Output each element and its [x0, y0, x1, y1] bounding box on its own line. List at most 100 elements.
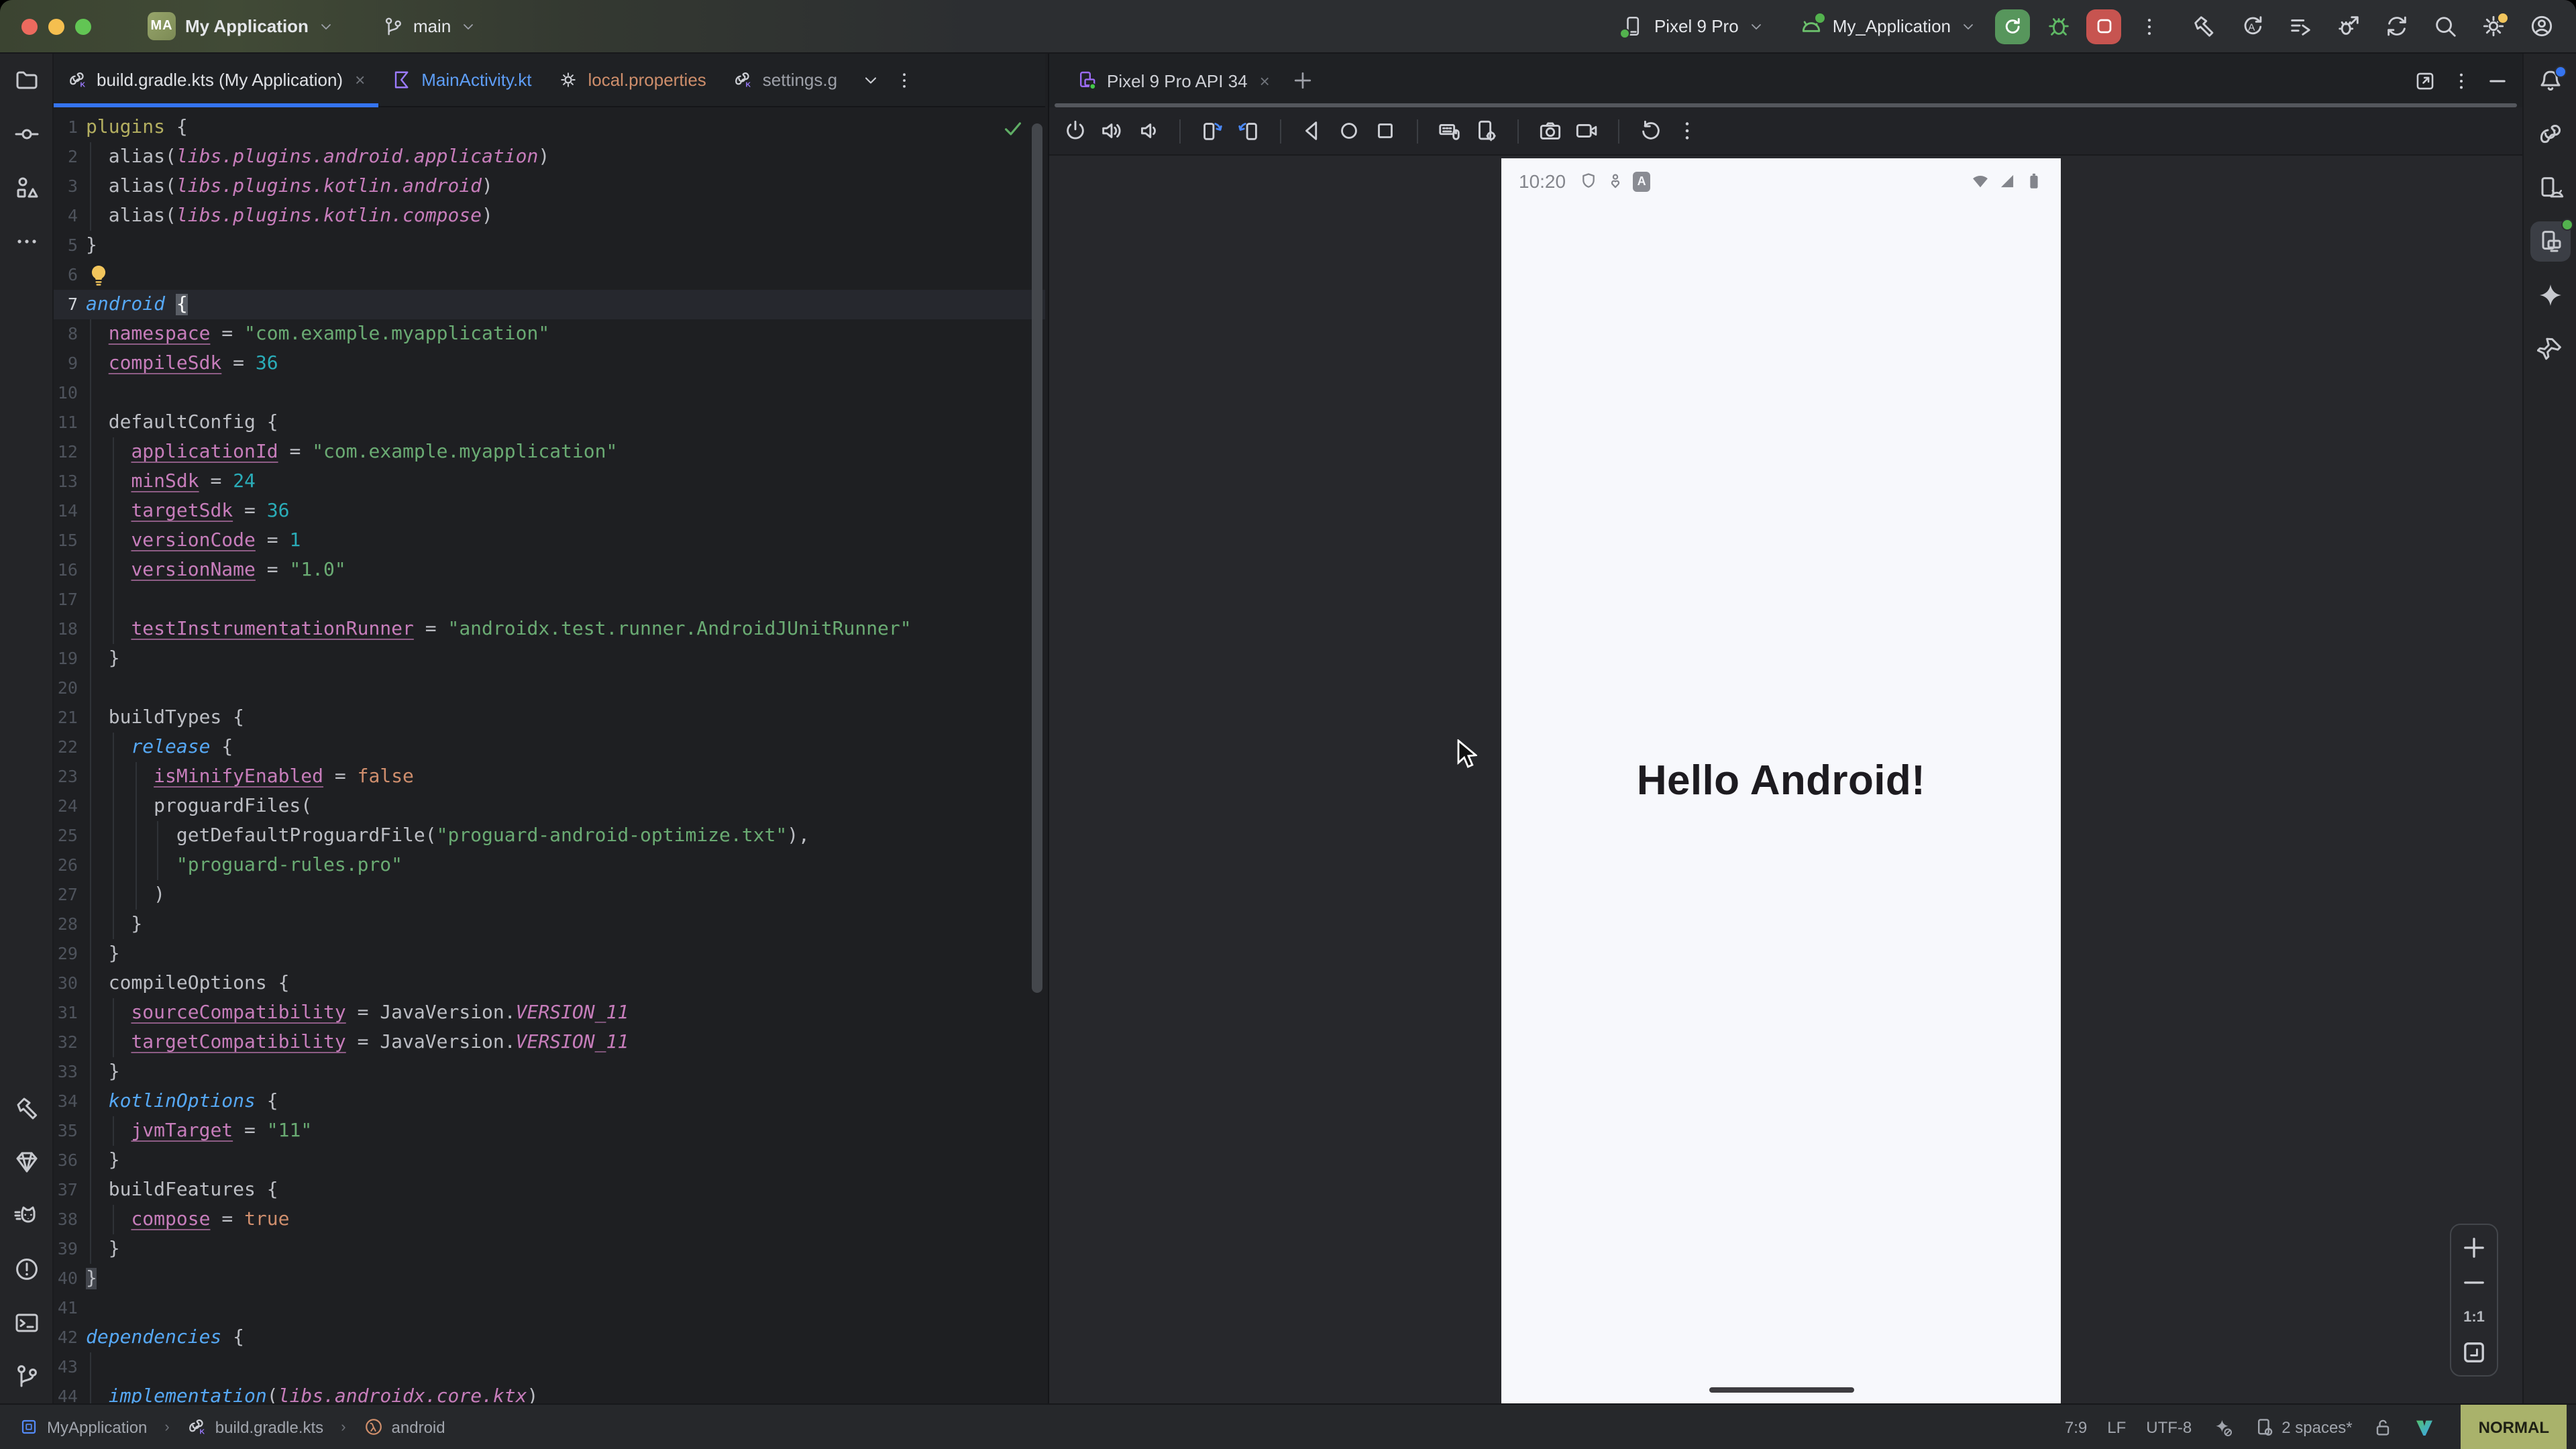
- code-line-41[interactable]: 41: [54, 1293, 1045, 1323]
- sync-gradle-icon[interactable]: [2384, 13, 2410, 39]
- emulator-nav-home-icon[interactable]: [1336, 118, 1362, 144]
- tool-gradle-elephant-icon[interactable]: [2536, 121, 2563, 148]
- code-line-13[interactable]: 13 minSdk = 24: [54, 467, 1045, 496]
- tool-gemini-star-icon[interactable]: [2536, 282, 2563, 309]
- emulator-screen[interactable]: 10:20 A Hello Android!: [1501, 158, 2061, 1403]
- tool-gem-icon[interactable]: [13, 1148, 40, 1175]
- code-line-32[interactable]: 32 targetCompatibility = JavaVersion.VER…: [54, 1028, 1045, 1057]
- more-run-options-button[interactable]: [2132, 9, 2167, 44]
- emulator-power-icon[interactable]: [1063, 118, 1088, 144]
- tool-notifications-bell-icon[interactable]: [2536, 67, 2563, 94]
- tool-device-manager-icon[interactable]: [2536, 174, 2563, 201]
- code-line-18[interactable]: 18 testInstrumentationRunner = "androidx…: [54, 614, 1045, 644]
- emulator-rotate-right-icon[interactable]: [1236, 118, 1261, 144]
- debug-button[interactable]: [2041, 9, 2076, 44]
- zoom-to-fit-button[interactable]: [2451, 1338, 2497, 1367]
- caret-position[interactable]: 7:9: [2065, 1417, 2087, 1436]
- code-line-21[interactable]: 21 buildTypes {: [54, 703, 1045, 733]
- code-line-6[interactable]: 6: [54, 260, 1045, 290]
- code-line-42[interactable]: 42dependencies {: [54, 1323, 1045, 1352]
- emulator-device-settings-icon[interactable]: [1473, 118, 1499, 144]
- close-device-tab-icon[interactable]: ×: [1260, 70, 1270, 91]
- close-window-button[interactable]: [21, 18, 38, 34]
- code-line-35[interactable]: 35 jvmTarget = "11": [54, 1116, 1045, 1146]
- editor-scrollbar[interactable]: [1032, 123, 1042, 993]
- code-area[interactable]: 1plugins {2 alias(libs.plugins.android.a…: [54, 113, 1045, 1403]
- code-line-39[interactable]: 39 }: [54, 1234, 1045, 1264]
- code-line-7[interactable]: 7android {: [54, 290, 1045, 319]
- code-line-30[interactable]: 30 compileOptions {: [54, 969, 1045, 998]
- emulator-input-devices-icon[interactable]: [1437, 118, 1462, 144]
- code-line-33[interactable]: 33 }: [54, 1057, 1045, 1087]
- tool-commit-icon[interactable]: [13, 121, 40, 148]
- code-line-4[interactable]: 4 alias(libs.plugins.kotlin.compose): [54, 201, 1045, 231]
- code-line-5[interactable]: 5}: [54, 231, 1045, 260]
- add-device-tab-button[interactable]: [1291, 68, 1316, 93]
- device-selector[interactable]: Pixel 9 Pro: [1614, 7, 1772, 45]
- tool-git-branch-icon[interactable]: [13, 1363, 40, 1390]
- code-line-34[interactable]: 34 kotlinOptions {: [54, 1087, 1045, 1116]
- emulator-snapshot-reset-icon[interactable]: [1638, 118, 1664, 144]
- code-line-2[interactable]: 2 alias(libs.plugins.android.application…: [54, 142, 1045, 172]
- gesture-navigation-bar[interactable]: [1709, 1387, 1854, 1393]
- vim-mode-badge[interactable]: NORMAL: [2461, 1404, 2567, 1449]
- code-line-28[interactable]: 28 }: [54, 910, 1045, 939]
- project-widget[interactable]: MA My Application: [140, 7, 342, 45]
- hide-icon[interactable]: [2486, 69, 2509, 92]
- code-line-20[interactable]: 20: [54, 674, 1045, 703]
- zoom-out-button[interactable]: [2451, 1268, 2497, 1297]
- tool-plane-icon[interactable]: [2536, 335, 2563, 362]
- indent-setting[interactable]: 2 spaces*: [2253, 1416, 2352, 1438]
- emulator-nav-back-icon[interactable]: [1300, 118, 1326, 144]
- apply-changes-icon[interactable]: A: [2239, 13, 2265, 39]
- code-editor[interactable]: 1plugins {2 alias(libs.plugins.android.a…: [54, 107, 1045, 1403]
- code-line-27[interactable]: 27 ): [54, 880, 1045, 910]
- tab-scroll-chevron-icon[interactable]: [861, 70, 880, 89]
- breadcrumb-item[interactable]: build.gradle.kts: [215, 1417, 323, 1436]
- emulator-volume-up-icon[interactable]: [1099, 118, 1124, 144]
- emulator-rotate-left-icon[interactable]: [1199, 118, 1225, 144]
- unlocked-icon[interactable]: [2373, 1416, 2394, 1438]
- open-in-window-icon[interactable]: [2414, 69, 2436, 92]
- code-line-14[interactable]: 14 targetSdk = 36: [54, 496, 1045, 526]
- breadcrumb-item[interactable]: MyApplication: [47, 1417, 147, 1436]
- code-line-38[interactable]: 38 compose = true: [54, 1205, 1045, 1234]
- code-line-16[interactable]: 16 versionName = "1.0": [54, 555, 1045, 585]
- code-line-3[interactable]: 3 alias(libs.plugins.kotlin.android): [54, 172, 1045, 201]
- settings-gear-icon[interactable]: [2481, 13, 2506, 39]
- emulator-screen-record-icon[interactable]: [1574, 118, 1599, 144]
- code-line-9[interactable]: 9 compileSdk = 36: [54, 349, 1045, 378]
- more-vertical-icon[interactable]: [2450, 69, 2473, 92]
- tab-options-icon[interactable]: [894, 69, 915, 91]
- device-tab[interactable]: Pixel 9 Pro API 34 ×: [1063, 70, 1283, 91]
- code-line-12[interactable]: 12 applicationId = "com.example.myapplic…: [54, 437, 1045, 467]
- build-hammer-icon[interactable]: [2191, 13, 2216, 39]
- code-line-31[interactable]: 31 sourceCompatibility = JavaVersion.VER…: [54, 998, 1045, 1028]
- attach-debugger-icon[interactable]: [2336, 13, 2361, 39]
- code-line-25[interactable]: 25 getDefaultProguardFile("proguard-andr…: [54, 821, 1045, 851]
- editor-tab-MainActivity.kt[interactable]: MainActivity.kt: [378, 54, 545, 106]
- code-line-17[interactable]: 17: [54, 585, 1045, 614]
- code-line-37[interactable]: 37 buildFeatures {: [54, 1175, 1045, 1205]
- emulator-screenshot-icon[interactable]: [1538, 118, 1563, 144]
- tool-logcat-cat-icon[interactable]: [13, 1202, 40, 1229]
- vim-plugin-icon[interactable]: [2414, 1416, 2436, 1438]
- code-line-43[interactable]: 43: [54, 1352, 1045, 1382]
- code-line-36[interactable]: 36 }: [54, 1146, 1045, 1175]
- inspections-ok-icon[interactable]: [1002, 118, 1024, 140]
- zoom-actual-size-button[interactable]: 1:1: [2451, 1303, 2497, 1332]
- code-line-10[interactable]: 10: [54, 378, 1045, 408]
- ai-spark-off-icon[interactable]: [2212, 1416, 2233, 1438]
- zoom-in-button[interactable]: [2451, 1233, 2497, 1263]
- maximize-window-button[interactable]: [75, 18, 91, 34]
- close-tab-icon[interactable]: ×: [355, 70, 365, 90]
- stop-button[interactable]: [2086, 9, 2121, 44]
- file-encoding[interactable]: UTF-8: [2146, 1417, 2192, 1436]
- code-line-29[interactable]: 29 }: [54, 939, 1045, 969]
- intention-bulb-icon[interactable]: [89, 264, 109, 284]
- tool-structure-icon[interactable]: [13, 174, 40, 201]
- code-line-44[interactable]: 44 implementation(libs.androidx.core.ktx…: [54, 1382, 1045, 1403]
- emulator-more-vertical-icon[interactable]: [1674, 118, 1700, 144]
- line-separator[interactable]: LF: [2107, 1417, 2126, 1436]
- vcs-branch-widget[interactable]: main: [374, 7, 484, 45]
